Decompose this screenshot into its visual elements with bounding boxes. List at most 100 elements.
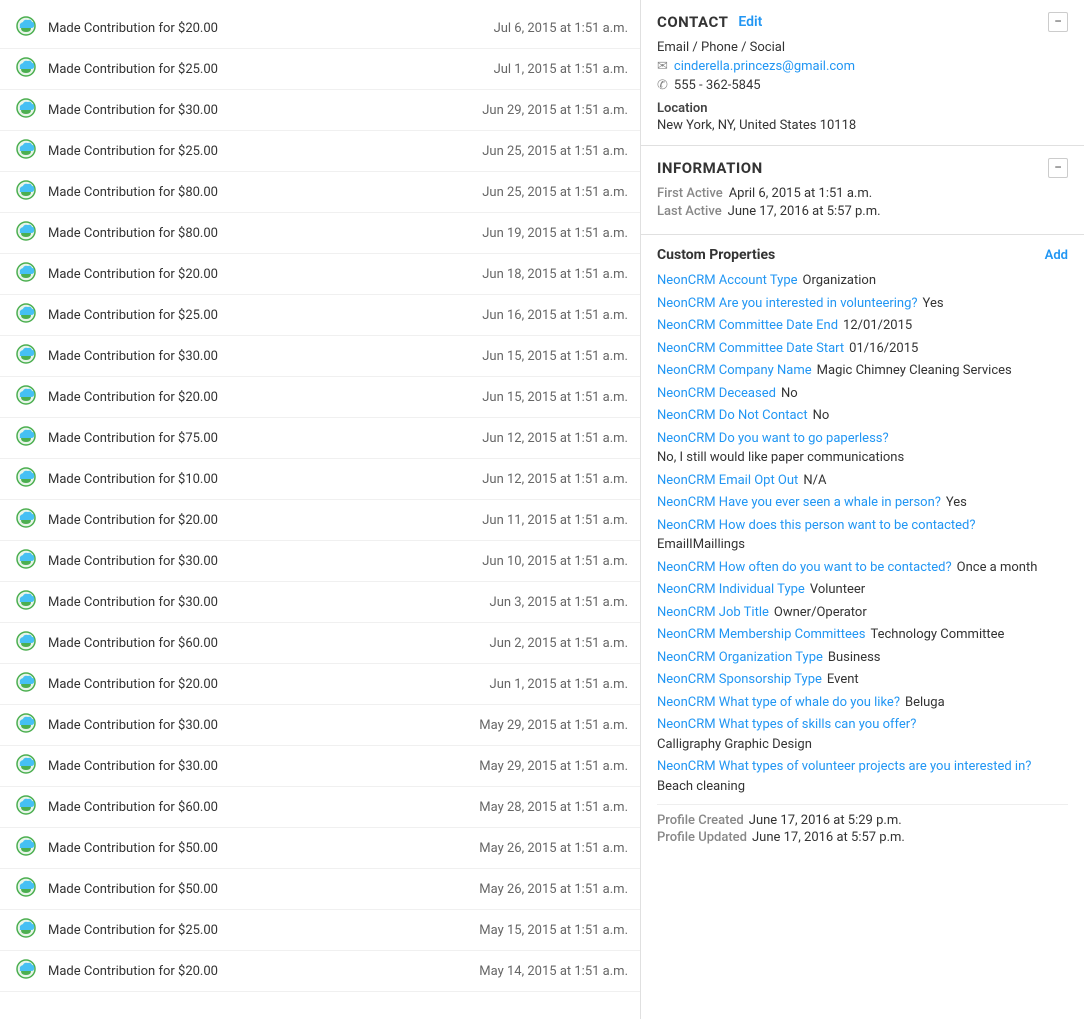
activity-row[interactable]: Made Contribution for $60.00May 28, 2015… [0, 787, 640, 828]
activity-row[interactable]: Made Contribution for $10.00Jun 12, 2015… [0, 459, 640, 500]
activity-row[interactable]: Made Contribution for $20.00Jun 1, 2015 … [0, 664, 640, 705]
activity-row[interactable]: Made Contribution for $25.00Jun 16, 2015… [0, 295, 640, 336]
contact-collapse-button[interactable]: − [1048, 12, 1068, 32]
custom-property-key: NeonCRM Committee Date End [657, 316, 838, 336]
activity-row[interactable]: Made Contribution for $20.00Jun 15, 2015… [0, 377, 640, 418]
right-panel: CONTACT Edit − Email / Phone / Social ✉ … [640, 0, 1084, 1019]
contribution-icon [12, 793, 40, 821]
activity-date: May 28, 2015 at 1:51 a.m. [479, 800, 628, 815]
custom-property-row: NeonCRM Have you ever seen a whale in pe… [657, 493, 1068, 513]
add-property-button[interactable]: Add [1045, 248, 1068, 263]
activity-row[interactable]: Made Contribution for $80.00Jun 25, 2015… [0, 172, 640, 213]
profile-updated-value: June 17, 2016 at 5:57 p.m. [752, 830, 905, 845]
activity-date: May 15, 2015 at 1:51 a.m. [479, 923, 628, 938]
location-label: Location [657, 101, 1068, 116]
contribution-icon [12, 260, 40, 288]
activity-row[interactable]: Made Contribution for $25.00Jul 1, 2015 … [0, 49, 640, 90]
activity-row[interactable]: Made Contribution for $25.00May 15, 2015… [0, 910, 640, 951]
custom-property-key: NeonCRM Organization Type [657, 648, 823, 668]
contribution-icon [12, 916, 40, 944]
custom-property-row: NeonCRM Sponsorship Type Event [657, 670, 1068, 690]
email-link[interactable]: cinderella.princezs@gmail.com [674, 59, 855, 74]
activity-label: Made Contribution for $20.00 [48, 677, 490, 692]
activity-label: Made Contribution for $20.00 [48, 390, 482, 405]
activity-row[interactable]: Made Contribution for $20.00Jun 18, 2015… [0, 254, 640, 295]
activity-date: Jun 10, 2015 at 1:51 a.m. [482, 554, 628, 569]
custom-property-row: NeonCRM What types of volunteer projects… [657, 757, 1068, 796]
activity-row[interactable]: Made Contribution for $30.00Jun 15, 2015… [0, 336, 640, 377]
activity-label: Made Contribution for $60.00 [48, 636, 490, 651]
custom-property-row: NeonCRM Committee Date Start 01/16/2015 [657, 339, 1068, 359]
activity-row[interactable]: Made Contribution for $80.00Jun 19, 2015… [0, 213, 640, 254]
first-active-value: April 6, 2015 at 1:51 a.m. [729, 186, 872, 201]
activity-row[interactable]: Made Contribution for $30.00Jun 10, 2015… [0, 541, 640, 582]
profile-updated-row: Profile Updated June 17, 2016 at 5:57 p.… [657, 830, 1068, 845]
activity-label: Made Contribution for $75.00 [48, 431, 482, 446]
custom-property-value: Volunteer [810, 580, 865, 600]
information-collapse-button[interactable]: − [1048, 158, 1068, 178]
activity-row[interactable]: Made Contribution for $75.00Jun 12, 2015… [0, 418, 640, 459]
activity-label: Made Contribution for $10.00 [48, 472, 482, 487]
contribution-icon [12, 96, 40, 124]
activity-row[interactable]: Made Contribution for $20.00Jul 6, 2015 … [0, 8, 640, 49]
custom-properties-header: Custom Properties Add [657, 247, 1068, 263]
contribution-icon [12, 588, 40, 616]
custom-property-row: NeonCRM Company Name Magic Chimney Clean… [657, 361, 1068, 381]
activity-feed: Made Contribution for $20.00Jul 6, 2015 … [0, 0, 640, 1019]
activity-label: Made Contribution for $30.00 [48, 554, 482, 569]
contribution-icon [12, 957, 40, 985]
activity-label: Made Contribution for $30.00 [48, 718, 479, 733]
contribution-icon [12, 834, 40, 862]
activity-row[interactable]: Made Contribution for $50.00May 26, 2015… [0, 828, 640, 869]
custom-properties-section: Custom Properties Add NeonCRM Account Ty… [641, 235, 1084, 859]
contact-edit-link[interactable]: Edit [738, 14, 762, 30]
contribution-icon [12, 301, 40, 329]
activity-date: May 26, 2015 at 1:51 a.m. [479, 882, 628, 897]
contact-section: CONTACT Edit − Email / Phone / Social ✉ … [641, 0, 1084, 146]
activity-date: Jun 2, 2015 at 1:51 a.m. [490, 636, 628, 651]
custom-property-row: NeonCRM Deceased No [657, 384, 1068, 404]
custom-property-key: NeonCRM Individual Type [657, 580, 805, 600]
custom-property-value: EmailIMaillings [657, 535, 745, 555]
contribution-icon [12, 14, 40, 42]
custom-property-key: NeonCRM Committee Date Start [657, 339, 844, 359]
activity-date: Jun 3, 2015 at 1:51 a.m. [490, 595, 628, 610]
custom-property-row: NeonCRM Job Title Owner/Operator [657, 603, 1068, 623]
contribution-icon [12, 875, 40, 903]
activity-date: Jun 25, 2015 at 1:51 a.m. [482, 185, 628, 200]
custom-property-value: 01/16/2015 [849, 339, 918, 359]
activity-row[interactable]: Made Contribution for $30.00May 29, 2015… [0, 705, 640, 746]
activity-label: Made Contribution for $60.00 [48, 800, 479, 815]
activity-row[interactable]: Made Contribution for $50.00May 26, 2015… [0, 869, 640, 910]
last-active-row: Last Active June 17, 2016 at 5:57 p.m. [657, 204, 1068, 219]
activity-date: Jun 18, 2015 at 1:51 a.m. [482, 267, 628, 282]
custom-property-row: NeonCRM Account Type Organization [657, 271, 1068, 291]
activity-row[interactable]: Made Contribution for $20.00Jun 11, 2015… [0, 500, 640, 541]
activity-label: Made Contribution for $30.00 [48, 349, 482, 364]
phone-value: 555 - 362-5845 [674, 78, 761, 93]
profile-updated-label: Profile Updated [657, 830, 747, 845]
email-row: ✉ cinderella.princezs@gmail.com [657, 59, 1068, 74]
activity-row[interactable]: Made Contribution for $30.00May 29, 2015… [0, 746, 640, 787]
custom-property-key: NeonCRM Have you ever seen a whale in pe… [657, 493, 941, 513]
information-title: INFORMATION [657, 159, 763, 177]
custom-property-key: NeonCRM Are you interested in volunteeri… [657, 294, 918, 314]
activity-label: Made Contribution for $30.00 [48, 595, 490, 610]
contribution-icon [12, 670, 40, 698]
custom-property-value: No, I still would like paper communicati… [657, 448, 904, 468]
activity-row[interactable]: Made Contribution for $25.00Jun 25, 2015… [0, 131, 640, 172]
activity-row[interactable]: Made Contribution for $30.00Jun 3, 2015 … [0, 582, 640, 623]
custom-property-value: No [781, 384, 798, 404]
activity-date: Jun 15, 2015 at 1:51 a.m. [482, 390, 628, 405]
activity-row[interactable]: Made Contribution for $60.00Jun 2, 2015 … [0, 623, 640, 664]
custom-property-row: NeonCRM Committee Date End 12/01/2015 [657, 316, 1068, 336]
activity-row[interactable]: Made Contribution for $30.00Jun 29, 2015… [0, 90, 640, 131]
last-active-value: June 17, 2016 at 5:57 p.m. [728, 204, 881, 219]
activity-label: Made Contribution for $80.00 [48, 226, 482, 241]
custom-property-row: NeonCRM What types of skills can you off… [657, 715, 1068, 754]
custom-property-key: NeonCRM Do you want to go paperless? [657, 429, 889, 449]
last-active-label: Last Active [657, 204, 722, 219]
custom-property-key: NeonCRM Email Opt Out [657, 471, 798, 491]
activity-date: Jun 15, 2015 at 1:51 a.m. [482, 349, 628, 364]
activity-row[interactable]: Made Contribution for $20.00May 14, 2015… [0, 951, 640, 992]
